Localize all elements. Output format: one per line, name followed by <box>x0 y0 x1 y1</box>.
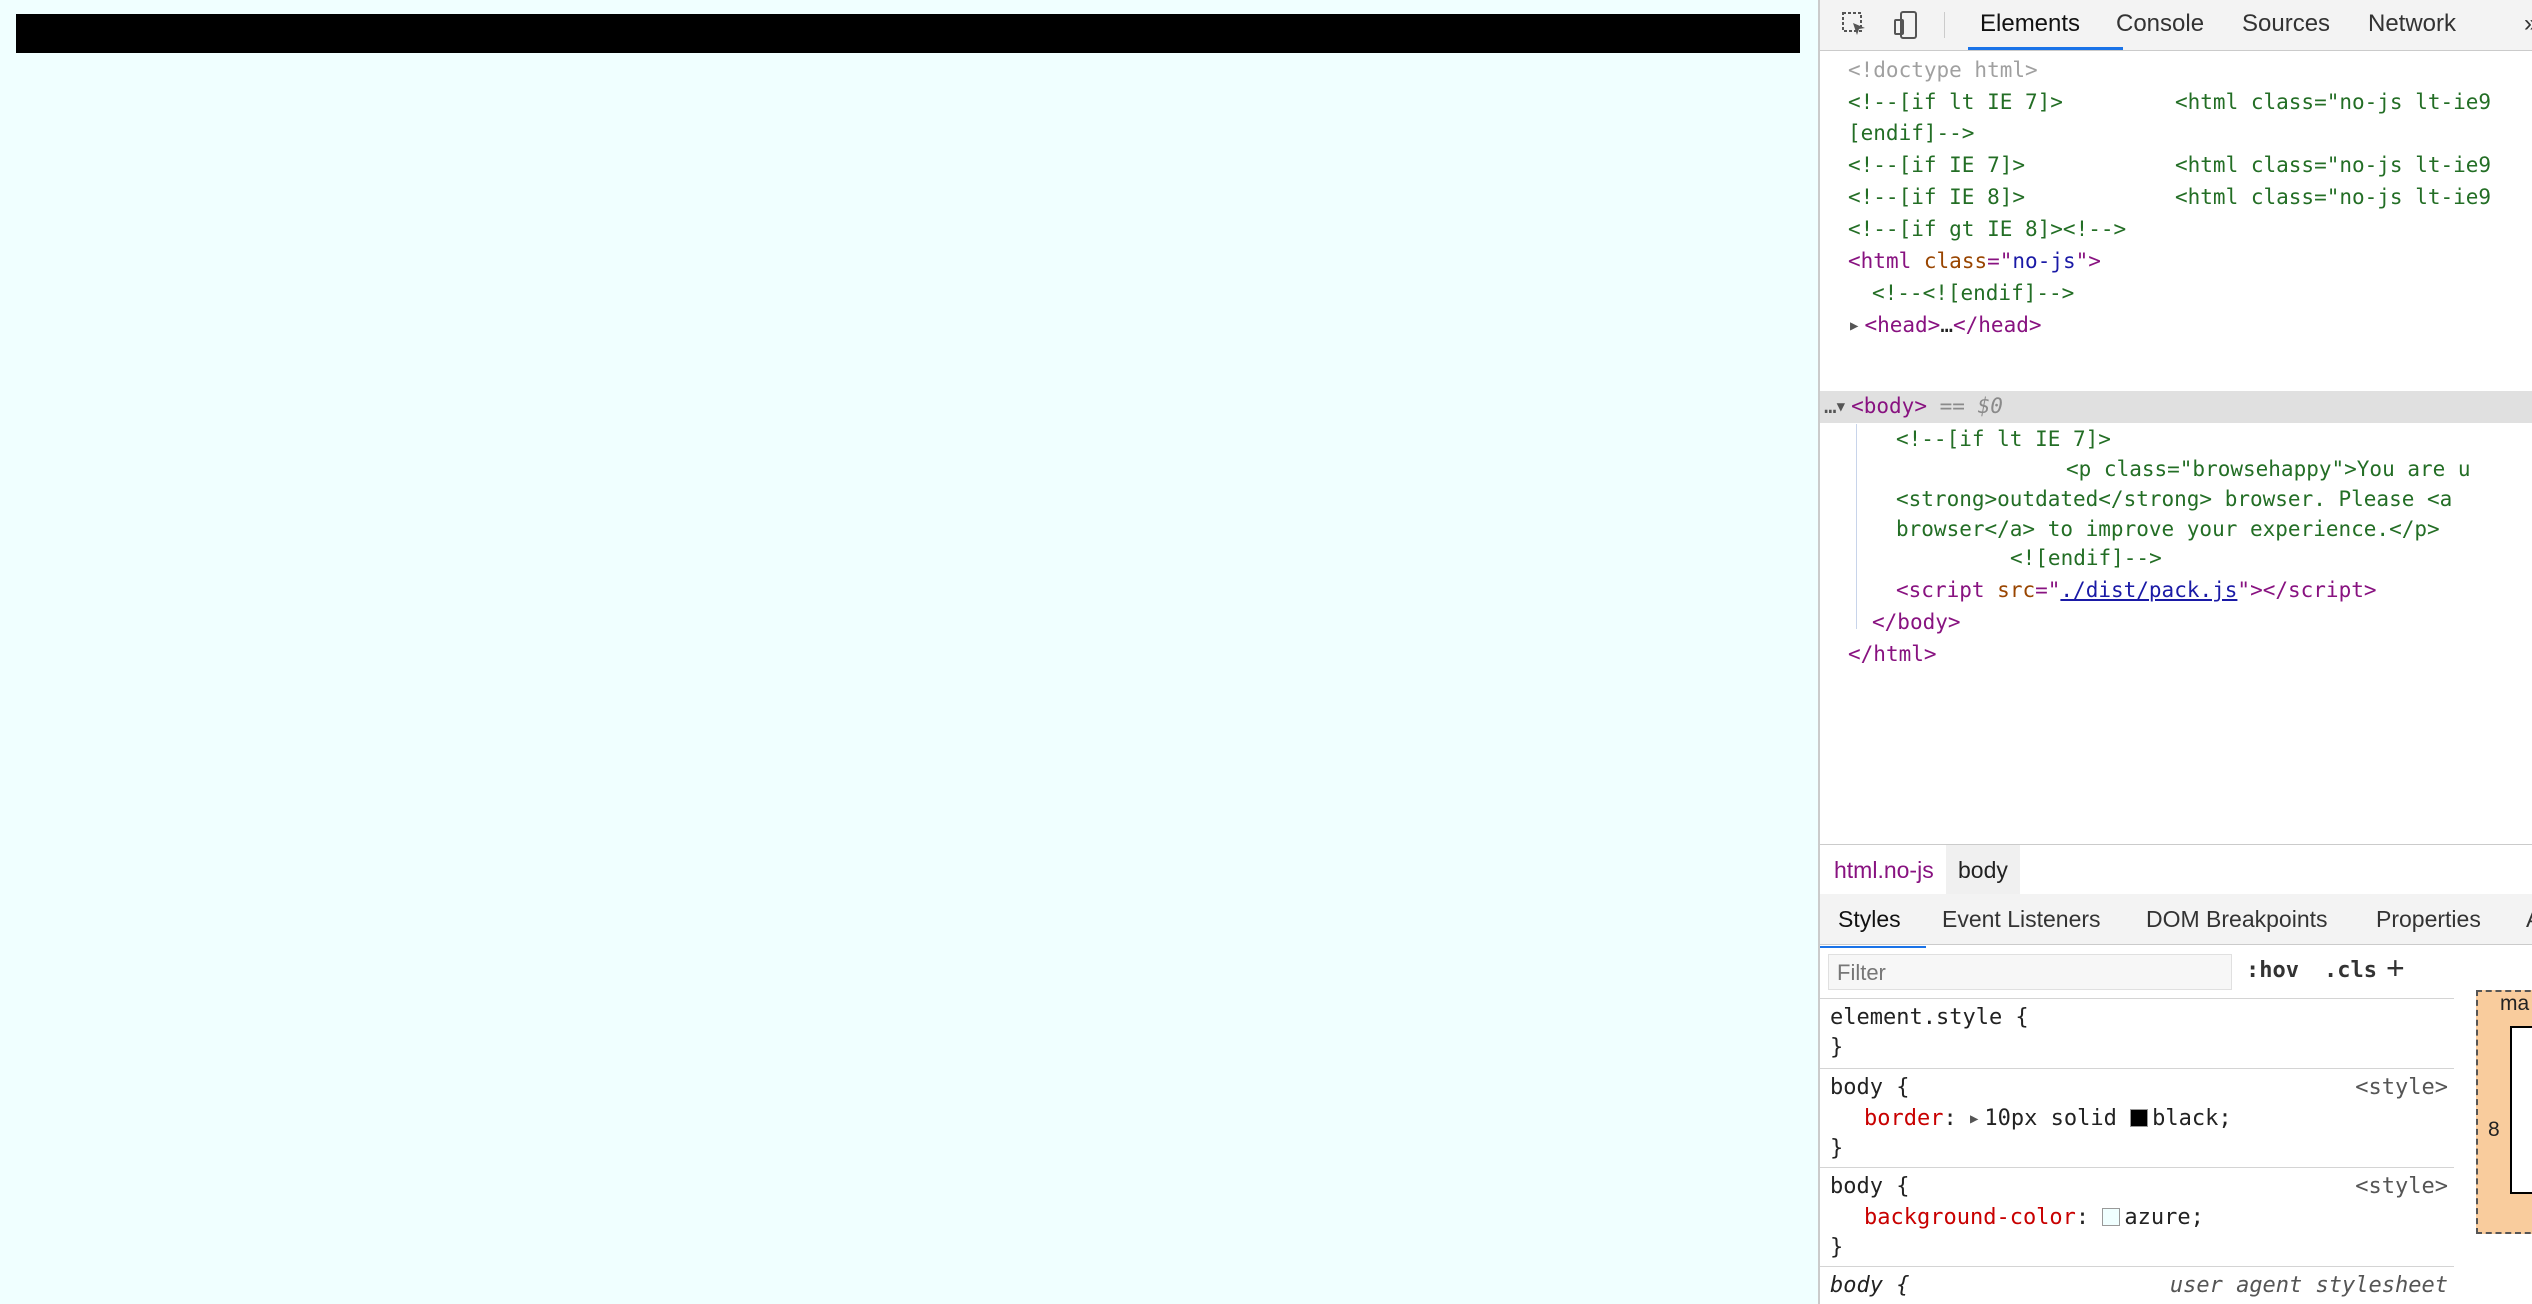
rule-divider <box>1820 1266 2454 1267</box>
inspect-element-icon[interactable] <box>1840 10 1870 40</box>
dom-node-comment-gt-ie8[interactable]: <!--[if gt IE 8]><!--> <box>1848 214 2126 245</box>
tab-elements[interactable]: Elements <box>1980 0 2080 50</box>
devtools-toolbar: Elements Console Sources Network » <box>1820 0 2532 51</box>
active-tab-indicator <box>1968 47 2123 50</box>
toolbar-separator <box>1944 12 1945 38</box>
margin-label: ma <box>2500 992 2530 1015</box>
body-rule-close: } <box>1830 1136 1844 1161</box>
dom-node-doctype[interactable]: <!doctype html> <box>1848 55 2038 86</box>
dom-node-body-close[interactable]: </body> <box>1872 607 1961 638</box>
devtools-panel: Elements Console Sources Network » <!doc… <box>1818 0 2532 1304</box>
dom-node-comment-endif-2: <![endif]--> <box>2010 546 2162 570</box>
tab-properties[interactable]: Properties <box>2376 894 2481 944</box>
script-src-link[interactable]: ./dist/pack.js <box>2060 578 2237 602</box>
border-box[interactable] <box>2510 1026 2532 1194</box>
ua-body-selector[interactable]: body { <box>1830 1270 1909 1301</box>
tab-event-listeners[interactable]: Event Listeners <box>1942 894 2101 944</box>
dom-node-comment-browsehappy[interactable]: <!--[if lt IE 7]> <box>1896 424 2111 455</box>
body-border-top <box>16 14 1800 53</box>
expand-shorthand-icon[interactable]: ▶ <box>1970 1104 1978 1135</box>
body-rule-close-2: } <box>1830 1235 1844 1260</box>
body-rule-selector[interactable]: body { <box>1830 1072 1909 1103</box>
breadcrumb-html[interactable]: html.no-js <box>1822 845 1946 895</box>
device-toolbar-icon[interactable] <box>1892 10 1922 40</box>
element-style-close: } <box>1830 1035 1844 1060</box>
breadcrumb: html.no-js body <box>1820 844 2532 896</box>
styles-filter-input[interactable]: Filter <box>1828 954 2232 990</box>
dom-node-comment-ie8-content: <html class="no-js lt-ie9 <box>2175 185 2492 209</box>
collapse-triangle-icon[interactable]: ▼ <box>1837 392 1845 423</box>
dom-node-head[interactable]: ▶ <head>…</head> <box>1850 310 2042 341</box>
style-source-link-2[interactable]: <style> <box>2355 1171 2448 1202</box>
style-source-link[interactable]: <style> <box>2355 1072 2448 1103</box>
dom-node-html[interactable]: <html class="no-js"> <box>1848 246 2101 277</box>
breadcrumb-body[interactable]: body <box>1946 845 2020 895</box>
new-rule-button[interactable]: + <box>2386 950 2405 987</box>
dom-node-comment-lt-ie7-content: <html class="no-js lt-ie9 <box>2175 90 2492 114</box>
dom-node-comment-ie7-content: <html class="no-js lt-ie9 <box>2175 153 2492 177</box>
ua-stylesheet-label: user agent stylesheet <box>2169 1273 2448 1298</box>
margin-left-value[interactable]: 8 <box>2488 1118 2500 1142</box>
dom-node-comment-ie7[interactable]: <!--[if IE 7]> <box>1848 150 2025 181</box>
dom-node-comment-ie8[interactable]: <!--[if IE 8]> <box>1848 182 2025 213</box>
tree-guide-line <box>1856 424 1857 629</box>
tab-styles[interactable]: Styles <box>1838 894 1901 944</box>
dom-node-comment-endif[interactable]: <!--<![endif]--> <box>1872 278 2074 309</box>
tab-dom-breakpoints[interactable]: DOM Breakpoints <box>2146 894 2328 944</box>
dom-node-comment-browsehappy-p: <p class="browsehappy">You are u <box>2066 457 2471 481</box>
rule-divider <box>1820 998 2454 999</box>
element-style-selector[interactable]: element.style { <box>1830 1002 2029 1033</box>
tab-sources[interactable]: Sources <box>2242 0 2330 50</box>
more-tabs-button[interactable]: » <box>2524 0 2532 50</box>
color-swatch-azure[interactable] <box>2102 1208 2121 1226</box>
styles-subtabs: Styles Event Listeners DOM Breakpoints P… <box>1820 894 2532 945</box>
page-viewport <box>0 0 1818 1304</box>
rule-divider <box>1820 1068 2454 1069</box>
dom-node-html-close[interactable]: </html> <box>1848 639 1937 670</box>
tab-accessibility[interactable]: A <box>2526 894 2532 944</box>
dom-node-script[interactable]: <script src="./dist/pack.js"></script> <box>1896 575 2377 606</box>
tab-console[interactable]: Console <box>2116 0 2204 50</box>
expand-triangle-icon[interactable]: ▶ <box>1850 311 1858 342</box>
dom-node-comment-lt-ie7[interactable]: <!--[if lt IE 7]> <box>1848 87 2063 118</box>
dom-node-body[interactable]: …▼ <body> == $0 <box>1824 391 2003 423</box>
dom-tree: <!doctype html> <!--[if lt IE 7]> <html … <box>1820 52 2532 842</box>
hover-state-toggle[interactable]: :hov <box>2246 958 2299 983</box>
border-declaration[interactable]: border: ▶ 10px solid black; <box>1864 1103 2232 1134</box>
dom-node-comment-lt-ie7-end: [endif]--> <box>1848 121 1975 145</box>
rule-divider <box>1820 1167 2454 1168</box>
class-toggle[interactable]: .cls <box>2324 958 2377 983</box>
dom-node-comment-browsehappy-end: browser</a> to improve your experience.<… <box>1896 517 2440 541</box>
tab-network[interactable]: Network <box>2368 0 2456 50</box>
styles-pane: Filter :hov .cls + element.style { } bod… <box>1820 948 2455 1304</box>
color-swatch-black[interactable] <box>2130 1109 2149 1127</box>
background-color-declaration[interactable]: background-color: azure; <box>1864 1202 2204 1233</box>
dom-node-comment-browsehappy-strong: <strong>outdated</strong> browser. Pleas… <box>1896 487 2453 511</box>
body-rule-selector-2[interactable]: body { <box>1830 1171 1909 1202</box>
box-model-diagram: ma 8 <box>2454 948 2532 1304</box>
